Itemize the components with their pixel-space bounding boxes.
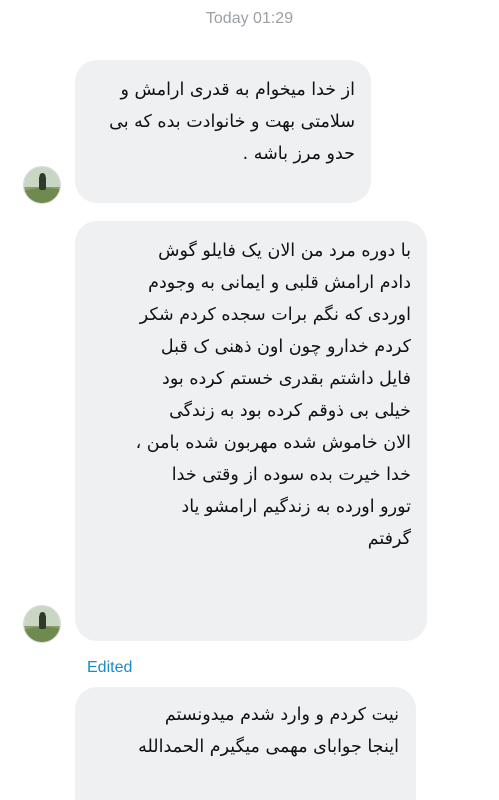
edited-label: Edited bbox=[87, 659, 133, 676]
message-bubble[interactable]: نیت کردم و وارد شدم میدونستم اینجا جوابا… bbox=[75, 687, 416, 800]
message-text-line: الان خاموش شده مهربون شده بامن ، bbox=[135, 433, 411, 453]
message-text-line: دادم ارامش قلبی و ایمانی به وجودم bbox=[148, 273, 411, 293]
user-avatar-icon[interactable] bbox=[23, 605, 61, 643]
avatar-image bbox=[24, 167, 60, 203]
date-separator: Today 01:29 bbox=[205, 10, 294, 27]
message-text-line: اینجا جوابای مهمی میگیرم الحمدالله bbox=[138, 737, 399, 757]
message-text-line: خیلی بی ذوقم کرده بود به زندگی bbox=[169, 401, 411, 421]
message-text-line: از خدا میخوام به قدری ارامش و bbox=[120, 80, 355, 100]
message-text-line: گرفتم bbox=[367, 529, 411, 549]
message-text-line: فایل داشتم بقدری خستم کرده بود bbox=[162, 369, 411, 389]
chat-thread: Today 01:29 از خدا میخوام به قدری ارامش … bbox=[0, 0, 499, 800]
message-text-line: سلامتی بهت و خانوادت بده که بی bbox=[109, 112, 355, 132]
message-bubble[interactable]: با دوره مرد من الان یک فایلو گوش دادم ار… bbox=[75, 221, 427, 641]
avatar-image bbox=[24, 606, 60, 642]
message-text-line: خدا خیرت بده سوده از وقتی خدا bbox=[171, 465, 411, 485]
user-avatar-icon[interactable] bbox=[23, 166, 61, 204]
message-bubble[interactable]: از خدا میخوام به قدری ارامش و سلامتی بهت… bbox=[75, 60, 371, 203]
message-text-line: تورو اورده به زندگیم ارامشو یاد bbox=[181, 497, 411, 517]
message-text-line: با دوره مرد من الان یک فایلو گوش bbox=[158, 241, 411, 261]
message-text-line: کردم خدارو چون اون ذهنی ک قبل bbox=[160, 337, 411, 357]
message-text-line: نیت کردم و وارد شدم میدونستم bbox=[164, 705, 399, 725]
message-text-line: حدو مرز باشه . bbox=[242, 144, 355, 164]
message-text-line: اوردی که نگم برات سجده کردم شکر bbox=[139, 305, 411, 325]
